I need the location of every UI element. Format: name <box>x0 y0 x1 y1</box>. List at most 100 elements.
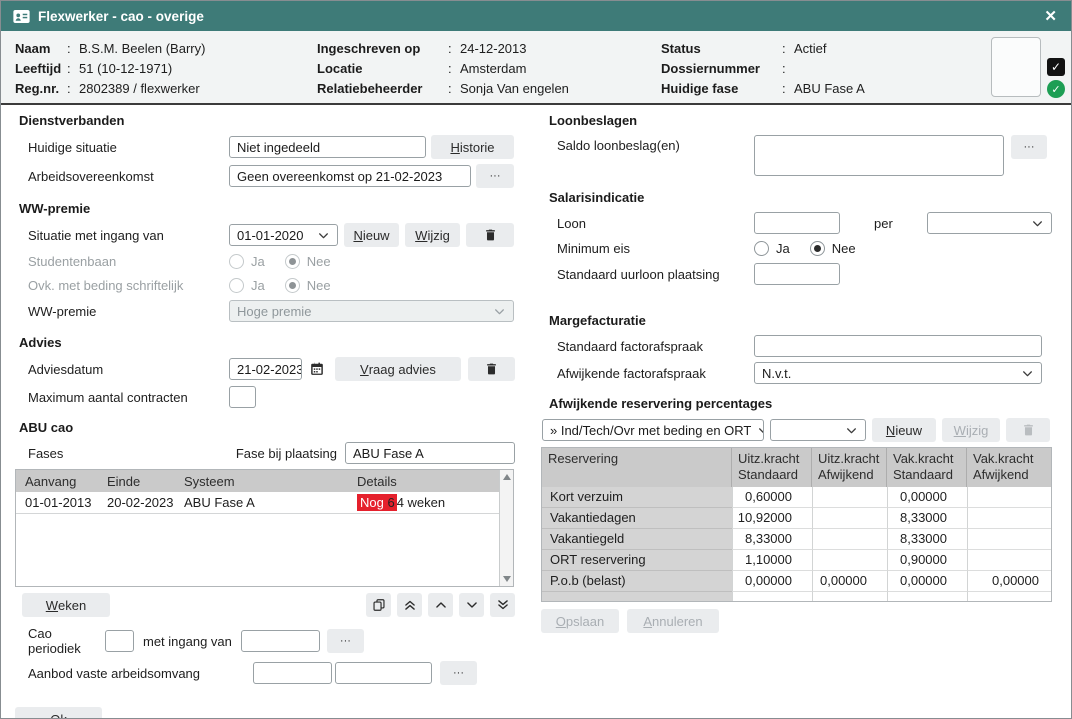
section-title-dienstverbanden: Dienstverbanden <box>15 113 515 128</box>
scroll-up-icon[interactable] <box>503 474 511 480</box>
ovk-nee-radio[interactable] <box>285 278 300 293</box>
wijzig-button[interactable]: Wijzig <box>405 223 460 247</box>
minimum-eis-label: Minimum eis <box>541 241 754 256</box>
fases-table-row[interactable]: 01-01-2013 20-02-2023 ABU Fase A Nog 64 … <box>16 492 499 514</box>
saldo-more-button[interactable]: ··· <box>1011 135 1047 159</box>
adviesdatum-input[interactable]: 21-02-2023 <box>229 358 302 380</box>
weken-button[interactable]: Weken <box>22 593 110 617</box>
ww-premie-label: WW-premie <box>15 304 229 319</box>
calendar-icon <box>310 362 324 376</box>
chevron-down-icon <box>845 424 858 437</box>
saldo-loonbeslag-label: Saldo loonbeslag(en) <box>541 135 754 153</box>
titlebar: Flexwerker - cao - overige ✕ <box>1 1 1071 31</box>
aanbod-more-button[interactable]: ··· <box>440 661 477 685</box>
vraag-advies-button[interactable]: Vraag advies <box>335 357 462 381</box>
move-top-button[interactable] <box>397 593 422 617</box>
ok-button[interactable]: Ok <box>15 707 102 719</box>
standaard-uurloon-label: Standaard uurloon plaatsing <box>541 267 754 282</box>
delete-button[interactable] <box>466 223 514 247</box>
saldo-loonbeslag-input[interactable] <box>754 135 1004 176</box>
huidige-situatie-input[interactable]: Niet ingedeeld <box>229 136 426 158</box>
section-title-loonbeslagen: Loonbeslagen <box>541 113 1052 128</box>
weeks-remaining-badge: Nog 6 <box>357 494 397 511</box>
move-down-button[interactable] <box>459 593 484 617</box>
window-title: Flexwerker - cao - overige <box>38 9 1042 24</box>
studentenbaan-label: Studentenbaan <box>15 254 229 269</box>
per-label: per <box>874 216 893 231</box>
reservering-nieuw-button[interactable]: Nieuw <box>872 418 936 442</box>
annuleren-button[interactable]: Annuleren <box>627 609 719 633</box>
photo-placeholder <box>991 37 1041 97</box>
aanbod-input-2[interactable] <box>335 662 432 684</box>
chevron-down-icon <box>493 305 506 318</box>
reservering-scheme-select[interactable]: » Ind/Tech/Ovr met beding en ORT <box>542 419 764 441</box>
move-up-button[interactable] <box>428 593 453 617</box>
trash-icon <box>485 362 498 376</box>
fases-scrollbar[interactable] <box>499 470 513 586</box>
studentenbaan-ja-radio[interactable] <box>229 254 244 269</box>
ovk-ja-radio[interactable] <box>229 278 244 293</box>
situatie-ingang-select[interactable]: 01-01-2020 <box>229 224 338 246</box>
max-contracten-input[interactable] <box>229 386 256 408</box>
nieuw-button[interactable]: Nieuw <box>344 223 399 247</box>
advies-delete-button[interactable] <box>468 357 515 381</box>
scroll-down-icon[interactable] <box>503 576 511 582</box>
chevron-down-icon <box>757 424 764 437</box>
arbeidsovereenkomst-more-button[interactable]: ··· <box>476 164 514 188</box>
field-label: Status <box>661 39 782 59</box>
copy-button[interactable] <box>366 593 391 617</box>
fase-bij-plaatsing-input[interactable]: ABU Fase A <box>345 442 515 464</box>
table-row: P.o.b (belast) 0,00000 0,00000 0,00000 0… <box>542 571 1051 592</box>
cao-periodiek-more-button[interactable]: ··· <box>327 629 364 653</box>
leeftijd-value: 51 (10-12-1971) <box>79 59 172 79</box>
arbeidsovereenkomst-input[interactable]: Geen overeenkomst op 21-02-2023 <box>229 165 471 187</box>
ingeschreven-value: 24-12-2013 <box>460 39 527 59</box>
status-ok-icon: ✓ <box>1047 80 1065 98</box>
minimum-eis-nee-radio[interactable] <box>810 241 825 256</box>
checkbox-indicator-icon[interactable]: ✓ <box>1047 58 1065 76</box>
fases-table-header: Aanvang Einde Systeem Details <box>16 470 499 492</box>
fases-table: Aanvang Einde Systeem Details 01-01-2013… <box>15 469 514 587</box>
reservering-wijzig-button[interactable]: Wijzig <box>942 418 1000 442</box>
afwijkende-factorafspraak-select[interactable]: N.v.t. <box>754 362 1042 384</box>
status-value: Actief <box>794 39 827 59</box>
reservering-table: Reservering Uitz.kracht Standaard Uitz.k… <box>541 447 1052 602</box>
minimum-eis-ja-radio[interactable] <box>754 241 769 256</box>
copy-icon <box>372 598 386 612</box>
relatiebeheerder-value: Sonja Van engelen <box>460 79 569 99</box>
standaard-uurloon-input[interactable] <box>754 263 840 285</box>
chevron-down-icon <box>317 229 330 242</box>
studentenbaan-nee-radio[interactable] <box>285 254 300 269</box>
chevron-up-icon <box>434 598 448 612</box>
max-contracten-label: Maximum aantal contracten <box>15 390 229 405</box>
reservering-filter-select[interactable] <box>770 419 866 441</box>
section-title-salarisindicatie: Salarisindicatie <box>541 190 1052 205</box>
huidige-fase-value: ABU Fase A <box>794 79 865 99</box>
loon-input[interactable] <box>754 212 840 234</box>
met-ingang-van-input[interactable] <box>241 630 320 652</box>
huidige-situatie-label: Huidige situatie <box>15 140 229 155</box>
per-select[interactable] <box>927 212 1052 234</box>
historie-button[interactable]: Historie <box>431 135 514 159</box>
opslaan-button[interactable]: Opslaan <box>541 609 619 633</box>
field-label: Ingeschreven op <box>317 39 448 59</box>
chevron-down-icon <box>1021 367 1034 380</box>
section-title-abu-cao: ABU cao <box>15 420 515 435</box>
cao-periodiek-input[interactable] <box>105 630 134 652</box>
double-chevron-up-icon <box>403 598 417 612</box>
calendar-button[interactable] <box>305 357 328 381</box>
met-ingang-van-label: met ingang van <box>143 634 232 649</box>
table-row: Kort verzuim 0,60000 0,00000 <box>542 487 1051 508</box>
field-label: Locatie <box>317 59 448 79</box>
section-title-margefacturatie: Margefacturatie <box>541 313 1052 328</box>
fases-label: Fases <box>15 446 236 461</box>
adviesdatum-label: Adviesdatum <box>15 362 229 377</box>
ww-premie-select[interactable]: Hoge premie <box>229 300 514 322</box>
standaard-factorafspraak-input[interactable] <box>754 335 1042 357</box>
aanbod-input-1[interactable] <box>253 662 332 684</box>
move-bottom-button[interactable] <box>490 593 515 617</box>
close-icon[interactable]: ✕ <box>1042 7 1059 25</box>
flexwerker-cao-window: Flexwerker - cao - overige ✕ Naam:B.S.M.… <box>0 0 1072 719</box>
field-label: Huidige fase <box>661 79 782 99</box>
reservering-delete-button[interactable] <box>1006 418 1050 442</box>
